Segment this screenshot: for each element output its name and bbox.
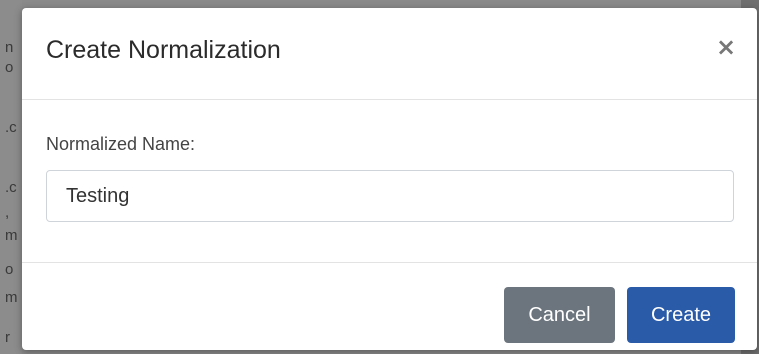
background-text-fragment: o bbox=[5, 59, 14, 76]
background-text-fragment: .c bbox=[5, 179, 17, 196]
cancel-button[interactable]: Cancel bbox=[504, 287, 615, 343]
close-icon[interactable]: × bbox=[713, 34, 739, 60]
create-normalization-dialog: Create Normalization × Normalized Name: … bbox=[22, 8, 757, 350]
background-text-fragment: , bbox=[5, 204, 10, 221]
background-text-fragment: m bbox=[5, 289, 18, 306]
background-text-fragment: n bbox=[5, 39, 14, 56]
background-text-fragment: .c bbox=[5, 119, 17, 136]
normalized-name-input[interactable] bbox=[46, 170, 734, 222]
dialog-footer: Cancel Create bbox=[22, 263, 757, 350]
dialog-body: Normalized Name: bbox=[22, 100, 757, 263]
dialog-header: Create Normalization × bbox=[22, 8, 757, 100]
background-text-fragment: r bbox=[5, 329, 10, 346]
background-page-edge: n o .c .c , m o m r bbox=[0, 0, 22, 354]
create-button[interactable]: Create bbox=[627, 287, 735, 343]
background-text-fragment: m bbox=[5, 227, 18, 244]
normalized-name-label: Normalized Name: bbox=[46, 134, 196, 154]
dialog-title: Create Normalization bbox=[46, 36, 281, 64]
background-text-fragment: o bbox=[5, 261, 14, 278]
